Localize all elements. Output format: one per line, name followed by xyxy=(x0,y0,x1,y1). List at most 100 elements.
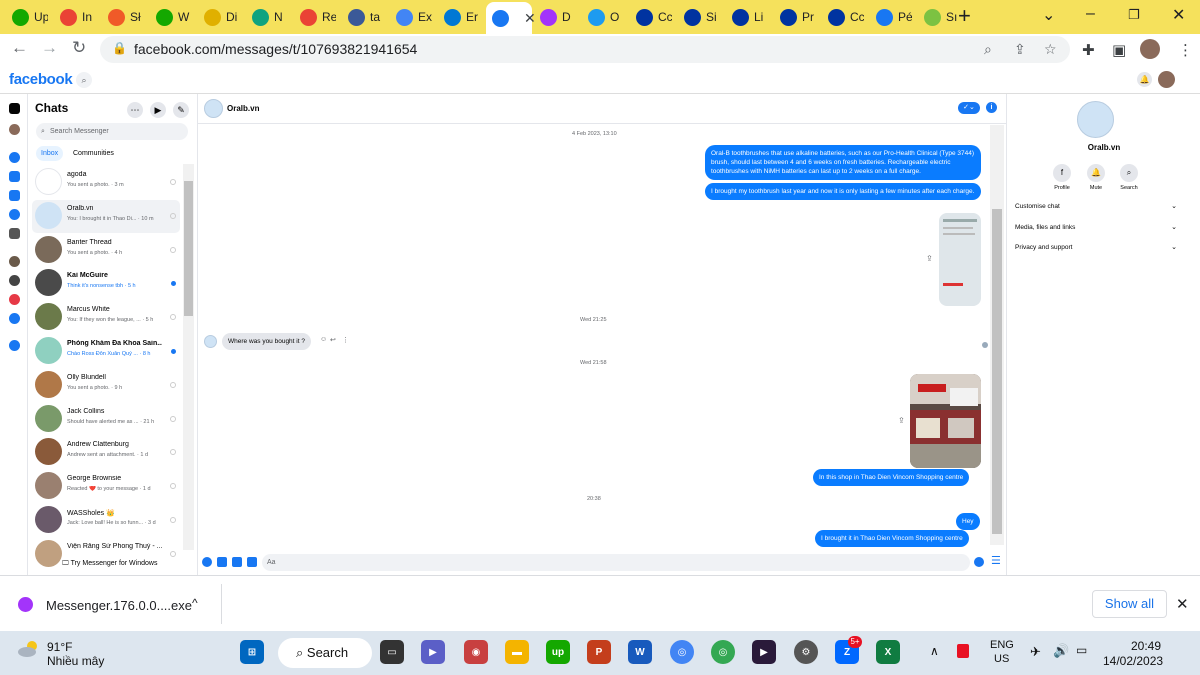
close-window-button[interactable]: ✕ xyxy=(1172,5,1185,25)
weather-temperature[interactable]: 91°F xyxy=(47,640,72,654)
clock-time[interactable]: 20:49 xyxy=(1131,639,1161,653)
chat-list-item[interactable]: Andrew Clattenburg Andrew sent an attachm… xyxy=(32,436,180,469)
reply-icon[interactable]: ↩ xyxy=(330,336,336,344)
browser-tab[interactable]: ta xyxy=(342,4,390,30)
clock-date[interactable]: 14/02/2023 xyxy=(1103,654,1163,668)
search-messenger-input[interactable]: ⌕ Search Messenger xyxy=(36,123,188,140)
volume-icon[interactable]: 🔊 xyxy=(1053,643,1069,659)
chat-list-item[interactable]: George Brownsie Reacted ❤️ to your messag… xyxy=(32,470,180,503)
browser-tab[interactable]: Cc xyxy=(630,4,678,30)
browser-tab[interactable]: Pé xyxy=(870,4,918,30)
file-explorer-icon[interactable]: ▬ xyxy=(505,640,529,664)
notifications-bell-icon[interactable]: 🔔 xyxy=(1137,72,1152,87)
browser-tab[interactable]: ✕ xyxy=(486,2,536,34)
shortcut-avatar-icon[interactable] xyxy=(9,256,20,267)
outgoing-message[interactable]: I brought it in Thao Dien Vincom Shoppin… xyxy=(815,530,969,547)
gif-icon[interactable] xyxy=(247,557,257,567)
try-messenger-link[interactable]: 🖵 Try Messenger for Windows xyxy=(62,560,157,568)
contact-name[interactable]: Oralb.vn xyxy=(227,104,259,113)
airplane-icon[interactable]: ✈ xyxy=(1030,644,1041,660)
scrollbar-thumb[interactable] xyxy=(184,181,193,316)
back-arrow-icon[interactable]: ← xyxy=(11,38,28,58)
outgoing-message[interactable]: In this shop in Thao Dien Vincom Shoppin… xyxy=(813,469,970,486)
groups-icon[interactable] xyxy=(9,209,20,220)
download-filename[interactable]: Messenger.176.0.0....exe xyxy=(46,598,192,613)
scrollbar-thumb[interactable] xyxy=(992,209,1002,534)
plus-icon[interactable] xyxy=(202,557,212,567)
teams-chat-icon[interactable]: ▶ xyxy=(421,640,445,664)
mute-button[interactable]: 🔔 Mute xyxy=(1079,164,1113,191)
side-panel-icon[interactable]: ▣ xyxy=(1112,41,1126,59)
tab-communities[interactable]: Communities xyxy=(68,146,119,161)
pinned-app-icon[interactable]: ◉ xyxy=(464,640,488,664)
message-input[interactable]: Aa xyxy=(262,554,970,571)
shortcut-avatar-icon[interactable] xyxy=(9,294,20,305)
tab-search-chevron-icon[interactable]: ⌄ xyxy=(1042,5,1055,25)
shortcut-avatar-icon[interactable] xyxy=(9,275,20,286)
word-icon[interactable]: W xyxy=(628,640,652,664)
browser-tab[interactable]: Re xyxy=(294,4,342,30)
contact-avatar-large[interactable] xyxy=(1077,101,1114,138)
sticker-icon[interactable] xyxy=(232,557,242,567)
minimize-button[interactable]: – xyxy=(1086,5,1095,23)
friends-icon[interactable] xyxy=(9,313,20,324)
watch-icon[interactable] xyxy=(9,171,20,182)
conversation-scrollbar[interactable] xyxy=(990,125,1004,545)
cloud-sun-icon[interactable] xyxy=(17,640,41,658)
browser-tab[interactable]: N xyxy=(246,4,294,30)
outgoing-message[interactable]: I brought my toothbrush last year and no… xyxy=(705,183,981,200)
extensions-icon[interactable]: ✚ xyxy=(1082,41,1095,59)
home-icon[interactable] xyxy=(9,103,20,114)
taskbar-search[interactable]: ⌕ Search xyxy=(278,638,372,668)
screenshot-photo[interactable] xyxy=(939,213,981,306)
url-text[interactable]: facebook.com/messages/t/107693821941654 xyxy=(134,41,417,57)
chat-list-item[interactable]: Marcus White You: If they won the league,… xyxy=(32,301,180,334)
chrome-icon[interactable]: ◎ xyxy=(711,640,735,664)
upwork-icon[interactable]: up xyxy=(546,640,570,664)
powerpoint-icon[interactable]: P xyxy=(587,640,611,664)
chat-list-item[interactable]: WASSholes 👑 Jack: Love ball! He is so fun… xyxy=(32,504,180,537)
browser-tab[interactable]: Up xyxy=(6,4,54,30)
windows-start-icon[interactable]: ⊞ xyxy=(240,640,264,664)
contact-avatar[interactable] xyxy=(204,99,223,118)
browser-tab[interactable]: Er xyxy=(438,4,486,30)
close-icon[interactable]: ✕ xyxy=(1176,595,1189,613)
new-message-icon[interactable]: ✎ xyxy=(173,102,189,118)
browser-tab[interactable]: Cc xyxy=(822,4,870,30)
chat-list-item[interactable]: Phòng Khám Đa Khoa Sain... Chào Ross Đôn … xyxy=(32,335,180,368)
messenger-icon[interactable] xyxy=(9,152,20,163)
profile-avatar[interactable] xyxy=(1140,39,1160,59)
chat-list-scrollbar[interactable] xyxy=(183,164,194,550)
video-call-icon[interactable]: ▶ xyxy=(150,102,166,118)
more-options-icon[interactable]: ⋯ xyxy=(127,102,143,118)
browser-tab[interactable]: W xyxy=(150,4,198,30)
weather-condition[interactable]: Nhiều mây xyxy=(47,654,104,668)
customise-chat-row[interactable]: Customise chat ⌄ xyxy=(1015,203,1177,210)
tab-inbox[interactable]: Inbox xyxy=(36,146,64,161)
bookmark-star-icon[interactable]: ☆ xyxy=(1044,41,1057,58)
forward-arrow-icon[interactable]: → xyxy=(41,38,58,58)
chat-list-item[interactable]: Olly Blundell You sent a photo. · 9 h xyxy=(32,369,180,402)
task-view-icon[interactable]: ▭ xyxy=(380,640,404,664)
chrome-icon[interactable]: ◎ xyxy=(670,640,694,664)
link-icon[interactable] xyxy=(9,340,20,351)
share-icon[interactable]: ⇪ xyxy=(926,254,933,263)
chat-list-item[interactable]: Jack Collins Should have alerted me as ..… xyxy=(32,403,180,436)
profile-icon[interactable] xyxy=(9,124,20,135)
privacy-support-row[interactable]: Privacy and support ⌄ xyxy=(1015,244,1177,251)
reload-icon[interactable]: ↻ xyxy=(72,38,86,58)
media-app-icon[interactable]: ▶ xyxy=(752,640,776,664)
tray-chevron-icon[interactable]: ∧ xyxy=(930,644,939,658)
browser-tab[interactable]: Sł xyxy=(102,4,150,30)
apps-grid-icon[interactable] xyxy=(9,228,20,239)
settings-gear-icon[interactable]: ⚙ xyxy=(794,640,818,664)
facebook-search-icon[interactable]: ⌕ xyxy=(76,72,92,88)
account-avatar[interactable] xyxy=(1158,71,1175,88)
chat-list-item[interactable]: Kai McGuire Think it's nonsense tbh · 5 h xyxy=(32,267,180,300)
share-icon[interactable]: ⇪ xyxy=(1014,41,1026,58)
chat-list-item[interactable]: agoda You sent a photo. · 3 m xyxy=(32,166,180,199)
share-icon[interactable]: ⇪ xyxy=(898,416,905,425)
profile-button[interactable]: f Profile xyxy=(1045,164,1079,191)
more-icon[interactable]: ⋮ xyxy=(342,336,349,344)
chat-list-item[interactable]: Banter Thread You sent a photo. · 4 h xyxy=(32,234,180,267)
